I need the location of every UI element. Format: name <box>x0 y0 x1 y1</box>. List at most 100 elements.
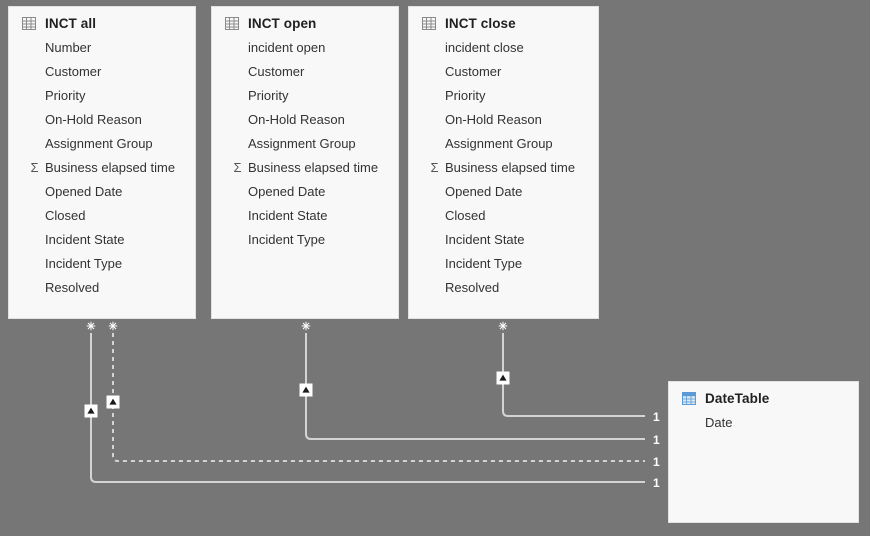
field-icon-placeholder <box>28 233 41 246</box>
field-row[interactable]: Priority <box>9 83 195 107</box>
field-icon-placeholder <box>428 209 441 222</box>
field-row[interactable]: Opened Date <box>9 179 195 203</box>
table-grid-icon <box>225 17 239 30</box>
field-row[interactable]: Incident State <box>409 227 598 251</box>
field-row[interactable]: Assignment Group <box>212 131 398 155</box>
field-row[interactable]: Opened Date <box>212 179 398 203</box>
field-icon-placeholder <box>231 113 244 126</box>
table-grid-icon <box>22 17 36 30</box>
field-label: Opened Date <box>248 183 326 199</box>
relationship-line[interactable] <box>112 333 645 462</box>
field-label: incident open <box>248 39 326 55</box>
table-card[interactable]: INCT all Number Customer Priority On-Hol… <box>8 6 196 319</box>
table-card[interactable]: INCT open incident open Customer Priorit… <box>211 6 399 319</box>
field-row[interactable]: Date <box>669 410 858 434</box>
field-row[interactable]: Closed <box>9 203 195 227</box>
field-row[interactable]: Opened Date <box>409 179 598 203</box>
relationship-connector[interactable]: ✳1 <box>84 321 660 490</box>
field-icon-placeholder <box>231 137 244 150</box>
date-table-icon <box>682 392 696 405</box>
field-icon-placeholder <box>28 185 41 198</box>
field-label: incident close <box>445 39 524 55</box>
field-label: Business elapsed time <box>248 159 379 175</box>
relationship-connector[interactable]: ✳1 <box>496 321 660 424</box>
table-header[interactable]: INCT all <box>9 7 195 35</box>
field-label: Priority <box>248 87 289 103</box>
relationship-line[interactable] <box>502 333 645 417</box>
field-icon-placeholder <box>428 281 441 294</box>
field-row[interactable]: Assignment Group <box>9 131 195 155</box>
field-label: Customer <box>248 63 305 79</box>
field-icon-placeholder <box>428 185 441 198</box>
field-row[interactable]: Incident Type <box>212 227 398 251</box>
field-row[interactable]: incident close <box>409 35 598 59</box>
table-title: INCT close <box>445 16 516 31</box>
field-row[interactable]: Priority <box>409 83 598 107</box>
field-icon-placeholder <box>428 41 441 54</box>
field-row[interactable]: Σ Business elapsed time <box>9 155 195 179</box>
field-label: Priority <box>445 87 486 103</box>
table-header[interactable]: DateTable <box>669 382 858 410</box>
field-row[interactable]: Customer <box>9 59 195 83</box>
field-row[interactable]: Σ Business elapsed time <box>212 155 398 179</box>
field-label: Customer <box>45 63 102 79</box>
field-row[interactable]: Σ Business elapsed time <box>409 155 598 179</box>
field-icon-placeholder <box>28 113 41 126</box>
field-icon-placeholder <box>28 281 41 294</box>
field-icon-placeholder <box>428 257 441 270</box>
field-icon-placeholder <box>428 137 441 150</box>
field-icon-placeholder <box>231 65 244 78</box>
field-icon-placeholder <box>28 65 41 78</box>
cross-filter-arrow-icon <box>302 386 310 393</box>
field-row[interactable]: On-Hold Reason <box>409 107 598 131</box>
field-label: Number <box>45 39 92 55</box>
field-row[interactable]: Customer <box>409 59 598 83</box>
field-icon-placeholder <box>231 89 244 102</box>
sigma-measure-icon: Σ <box>30 159 39 175</box>
table-title: INCT all <box>45 16 97 31</box>
table-grid-icon <box>422 17 436 30</box>
table-header[interactable]: INCT open <box>212 7 398 35</box>
field-icon-placeholder <box>428 233 441 246</box>
cardinality-one-marker: 1 <box>653 410 660 424</box>
field-label: Incident State <box>445 231 525 247</box>
field-list: Number Customer Priority On-Hold Reason … <box>9 35 195 299</box>
field-label: Opened Date <box>445 183 523 199</box>
field-row[interactable]: On-Hold Reason <box>212 107 398 131</box>
cardinality-many-marker: ✳ <box>498 321 507 333</box>
field-row[interactable]: Incident State <box>9 227 195 251</box>
field-label: Priority <box>45 87 86 103</box>
field-label: Incident Type <box>248 231 326 247</box>
field-row[interactable]: Customer <box>212 59 398 83</box>
field-icon-placeholder <box>231 209 244 222</box>
field-row[interactable]: Incident State <box>212 203 398 227</box>
table-title: INCT open <box>248 16 317 31</box>
field-row[interactable]: Resolved <box>409 275 598 299</box>
field-icon-placeholder <box>28 137 41 150</box>
field-icon-placeholder <box>28 41 41 54</box>
field-icon-placeholder <box>231 233 244 246</box>
field-row[interactable]: Incident Type <box>9 251 195 275</box>
relationship-line[interactable] <box>90 333 645 483</box>
field-row[interactable]: Closed <box>409 203 598 227</box>
table-card[interactable]: INCT close incident close Customer Prior… <box>408 6 599 319</box>
relationship-connector[interactable]: ✳1 <box>299 321 660 447</box>
field-row[interactable]: Incident Type <box>409 251 598 275</box>
sigma-measure-icon: Σ <box>233 159 242 175</box>
field-icon-placeholder <box>428 65 441 78</box>
field-row[interactable]: Number <box>9 35 195 59</box>
field-label: Closed <box>45 207 86 223</box>
field-row[interactable]: incident open <box>212 35 398 59</box>
field-row[interactable]: On-Hold Reason <box>9 107 195 131</box>
field-list: Date <box>669 410 858 434</box>
cross-filter-arrow-box <box>106 395 120 409</box>
field-row[interactable]: Priority <box>212 83 398 107</box>
field-label: Incident Type <box>45 255 123 271</box>
cross-filter-arrow-box <box>299 383 313 397</box>
table-card[interactable]: DateTable Date <box>668 381 859 523</box>
relationship-line[interactable] <box>305 333 645 440</box>
field-row[interactable]: Resolved <box>9 275 195 299</box>
table-header[interactable]: INCT close <box>409 7 598 35</box>
relationship-connector[interactable]: ✳1 <box>106 321 660 469</box>
field-row[interactable]: Assignment Group <box>409 131 598 155</box>
